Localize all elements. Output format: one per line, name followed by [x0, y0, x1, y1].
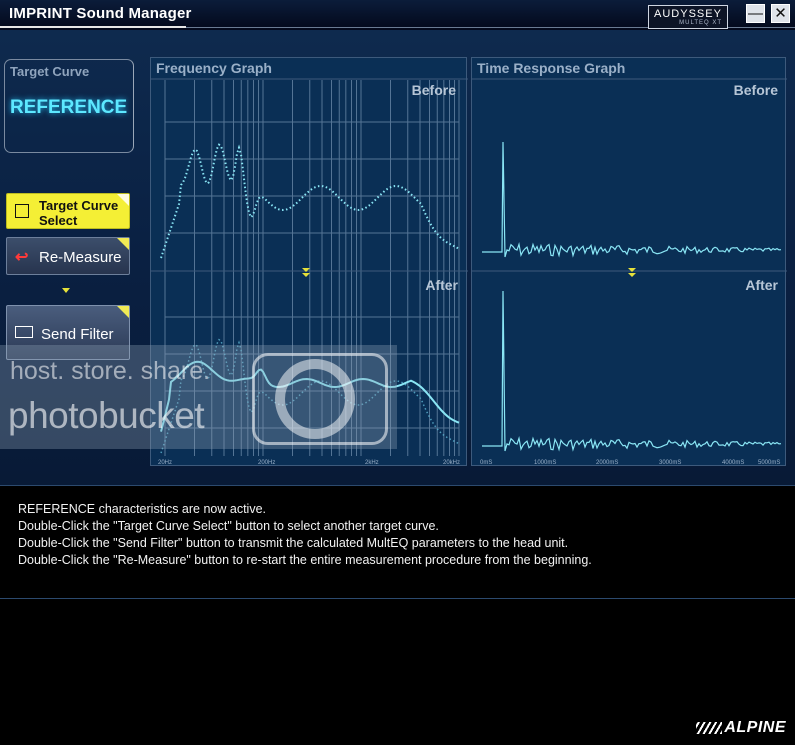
time-tick-2000: 2000mS [596, 460, 618, 466]
time-tick-4000: 4000mS [722, 460, 744, 466]
corner-marker [117, 238, 129, 250]
audyssey-logo-text: AUDYSSEY [654, 8, 722, 20]
frequency-tick-20khz: 20kHz [443, 460, 460, 466]
tcs-label-line2: Select [39, 213, 78, 228]
watermark-line2: photobucket [8, 395, 205, 436]
time-before-label: Before [734, 82, 779, 98]
close-button[interactable]: ✕ [771, 4, 790, 23]
time-response-graph-plot: Time Response Graph Before After 0mS 100… [472, 60, 787, 466]
frequency-tick-20hz: 20Hz [158, 460, 172, 466]
photobucket-watermark: host. store. share. photobucket [0, 345, 397, 449]
minimize-button[interactable]: — [746, 4, 765, 23]
target-curve-panel: Target Curve REFERENCE [4, 59, 134, 153]
send-filter-label: Send Filter [41, 326, 114, 343]
tcs-label-line1: Target Curve [39, 198, 119, 213]
time-tick-1000: 1000mS [534, 460, 556, 466]
status-line: REFERENCE characteristics are now active… [18, 502, 266, 516]
target-curve-label: Target Curve [10, 64, 90, 79]
status-line: Double-Click the "Re-Measure" button to … [18, 553, 592, 567]
corner-marker [117, 306, 129, 318]
alpine-stripes-icon [696, 721, 723, 734]
time-response-graph: Time Response Graph Before After 0mS 100… [471, 57, 787, 466]
time-graph-title: Time Response Graph [477, 60, 625, 76]
frequency-after-label: After [425, 277, 458, 293]
time-after-label: After [745, 277, 778, 293]
title-underline [0, 26, 186, 28]
frequency-graph-title: Frequency Graph [156, 60, 272, 76]
camera-lens-icon [275, 359, 355, 439]
watermark-line1: host. store. share. [10, 357, 211, 385]
curve-select-icon [15, 204, 29, 218]
re-measure-button[interactable]: ↩ Re-Measure [6, 237, 130, 275]
target-curve-value: REFERENCE [10, 97, 128, 118]
step-arrow-icon [628, 273, 636, 277]
time-tick-0: 0mS [480, 460, 492, 466]
step-arrow-icon [62, 288, 70, 293]
frequency-tick-200hz: 200Hz [258, 460, 275, 466]
status-message-panel: REFERENCE characteristics are now active… [0, 485, 795, 599]
return-arrow-icon: ↩ [15, 249, 29, 266]
audyssey-logo-subtext: MULTEQ XT [679, 20, 722, 26]
frequency-before-label: Before [412, 82, 457, 98]
time-tick-5000: 5000mS [758, 460, 780, 466]
corner-marker [117, 194, 129, 206]
send-graph-icon [15, 326, 33, 338]
title-bar: IMPRINT Sound Manager AUDYSSEY MULTEQ XT… [0, 0, 795, 30]
re-measure-label: Re-Measure [39, 249, 122, 266]
step-arrow-icon [302, 273, 310, 277]
alpine-logo: ALPINE [696, 719, 786, 737]
time-before-trace [482, 141, 782, 258]
status-line: Double-Click the "Send Filter" button to… [18, 536, 569, 550]
window-title: IMPRINT Sound Manager [9, 5, 192, 22]
time-tick-3000: 3000mS [659, 460, 681, 466]
time-after-trace [482, 290, 782, 452]
audyssey-logo: AUDYSSEY MULTEQ XT [648, 5, 728, 29]
alpine-logo-text: ALPINE [724, 719, 786, 736]
status-line: Double-Click the "Target Curve Select" b… [18, 519, 439, 533]
target-curve-select-label: Target Curve Select [39, 198, 118, 228]
frequency-tick-2khz: 2kHz [365, 460, 379, 466]
target-curve-select-button[interactable]: Target Curve Select [6, 193, 130, 229]
